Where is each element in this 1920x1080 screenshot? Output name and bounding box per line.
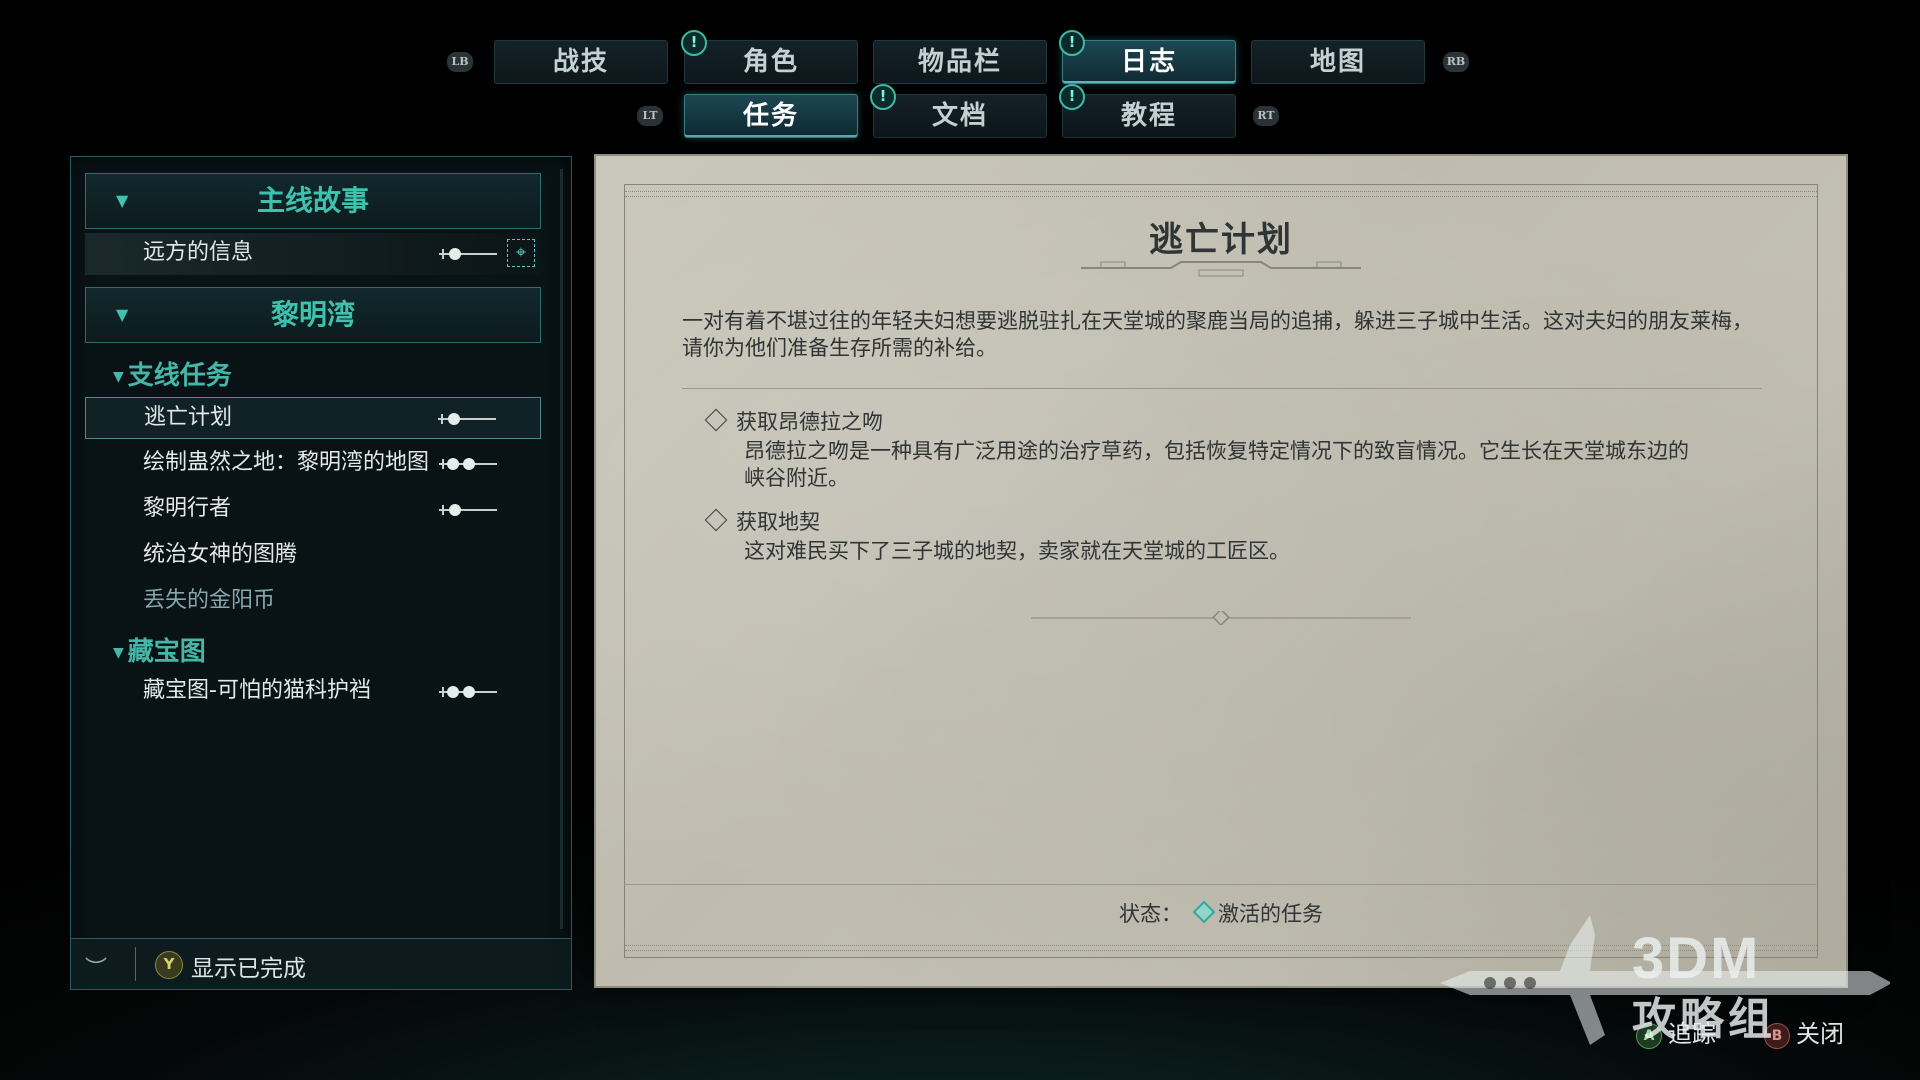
tab-label: 角色 [742,47,799,77]
quest-item[interactable]: 丢失的金阳币 [85,581,541,623]
tab-label: 日志 [1120,47,1177,77]
objective-body: 昂德拉之吻是一种具有广泛用途的治疗草药，包括恢复特定情况下的致盲情况。它生长在天… [744,439,1689,490]
quest-name: 逃亡计划 [144,405,233,430]
quest-description: 一对有着不堪过往的年轻夫妇想要逃脱驻扎在天堂城的聚鹿当局的追捕，躲进三子城中生活… [682,309,1753,360]
group-dawnshore[interactable]: ▼ 黎明湾 [85,287,541,343]
subgroup-treasure-maps[interactable]: ▼ 藏宝图 [113,631,206,668]
rb-bumper-hint[interactable]: RB [1443,52,1469,72]
closed-eye-icon: ︶ [85,957,108,982]
objective-item: 获取昂德拉之吻 昂德拉之吻是一种具有广泛用途的治疗草药，包括恢复特定情况下的致盲… [704,406,1704,492]
quest-item[interactable]: 绘制蛊然之地：黎明湾的地图 [85,443,541,485]
show-completed-label[interactable]: 显示已完成 [191,949,306,983]
quest-item[interactable]: 黎明行者 [85,489,541,531]
quest-name: 黎明行者 [143,496,232,521]
divider [682,388,1762,389]
divider [135,947,136,981]
alert-icon: ! [870,84,896,110]
objective-item: 获取地契 这对难民买下了三子城的地契，卖家就在天堂城的工匠区。 [704,506,1704,565]
tab-combat-arts[interactable]: 战技 [494,40,668,84]
quest-title: 逃亡计划 [1149,220,1293,260]
difficulty-skull-icon [439,248,497,260]
watermark: 3DM 攻略组 [1430,905,1890,1055]
scrollbar[interactable] [560,169,563,929]
group-title: 黎明湾 [270,298,355,331]
difficulty-skull-icon [439,686,497,698]
active-quest-diamond-icon [1192,900,1216,924]
tab-label: 战技 [552,47,609,77]
chevron-down-icon: ▼ [113,645,124,661]
objective-title: 获取地契 [736,510,820,534]
difficulty-skull-icon [439,504,497,516]
status-value: 激活的任务 [1218,902,1323,926]
chevron-down-icon: ▼ [113,369,124,385]
subgroup-title: 支线任务 [127,361,232,391]
rt-trigger-hint[interactable]: RT [1253,106,1279,126]
subgroup-title: 藏宝图 [127,637,206,667]
section-ornament-icon [1031,611,1411,625]
quest-item[interactable]: 统治女神的图腾 [85,535,541,577]
quest-item[interactable]: 远方的信息 ⌖ [85,233,541,275]
group-title: 主线故事 [256,184,369,217]
ornamental-frame [624,184,1818,958]
status-label: 状态： [1119,902,1182,926]
objective-diamond-icon [704,408,728,432]
lb-bumper-hint[interactable]: LB [447,52,473,72]
tab-quests[interactable]: 任务 [684,94,858,138]
objective-title: 获取昂德拉之吻 [736,410,883,434]
show-completed-bar: ︶ Y 显示已完成 [71,938,571,989]
tab-tutorials[interactable]: ! 教程 [1059,84,1236,138]
lt-trigger-hint[interactable]: LT [637,106,663,126]
tab-inventory[interactable]: 物品栏 [873,40,1047,84]
quest-detail-parchment: 逃亡计划 一对有着不堪过往的年轻夫妇想要逃脱驻扎在天堂城的聚鹿当局的追捕，躲进三… [596,156,1846,986]
subgroup-side-quests[interactable]: ▼ 支线任务 [113,355,232,392]
alert-icon: ! [1059,84,1085,110]
quest-item[interactable]: 藏宝图-可怕的猫科护裆 [85,671,541,713]
objective-diamond-icon [704,508,728,532]
quest-item-selected[interactable]: 逃亡计划 [85,397,541,439]
quest-name: 统治女神的图腾 [143,542,298,567]
divider [624,884,1818,885]
difficulty-skull-icon [438,413,496,425]
tracked-quest-icon[interactable]: ⌖ [507,239,535,267]
title-ornament-icon [1081,261,1361,277]
alert-icon: ! [1059,30,1085,56]
tab-label: 物品栏 [917,47,1002,77]
y-button-icon[interactable]: Y [155,951,183,979]
tab-map[interactable]: 地图 [1251,40,1425,84]
tab-label: 任务 [742,101,799,131]
chevron-down-icon: ▼ [116,305,129,324]
group-main-story[interactable]: ▼ 主线故事 [85,173,541,229]
chevron-down-icon: ▼ [116,191,129,210]
watermark-line2: 攻略组 [1632,994,1776,1045]
alert-icon: ! [681,30,707,56]
tab-character[interactable]: ! 角色 [681,30,858,84]
watermark-line1: 3DM [1632,926,1761,991]
tab-documents[interactable]: ! 文档 [870,84,1047,138]
quest-name: 藏宝图-可怕的猫科护裆 [143,678,371,703]
objective-body: 这对难民买下了三子城的地契，卖家就在天堂城的工匠区。 [744,539,1290,563]
tab-label: 文档 [931,101,988,131]
quest-name: 绘制蛊然之地：黎明湾的地图 [143,450,430,475]
quest-list-panel: ▼ 主线故事 远方的信息 ⌖ ▼ 黎明湾 ▼ 支线任务 逃亡计划 绘制蛊然之地：黎… [70,156,572,990]
quest-name: 远方的信息 [143,240,254,265]
tab-label: 地图 [1309,47,1366,77]
tab-journal[interactable]: ! 日志 [1059,30,1236,84]
quest-name: 丢失的金阳币 [143,588,276,613]
difficulty-skull-icon [439,458,497,470]
tab-label: 教程 [1120,101,1177,131]
